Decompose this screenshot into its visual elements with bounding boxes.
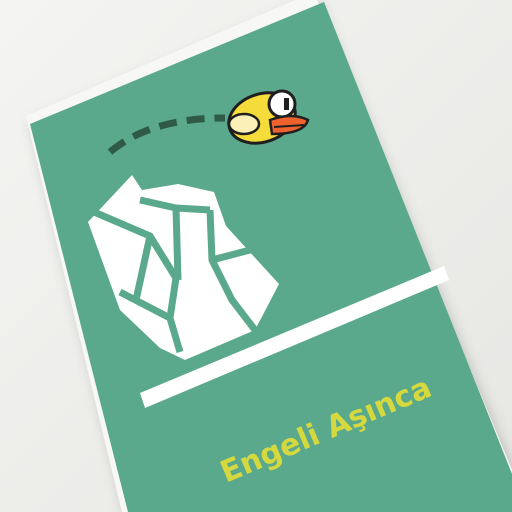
photo-scene: Engeli Aşınca [0,0,512,512]
